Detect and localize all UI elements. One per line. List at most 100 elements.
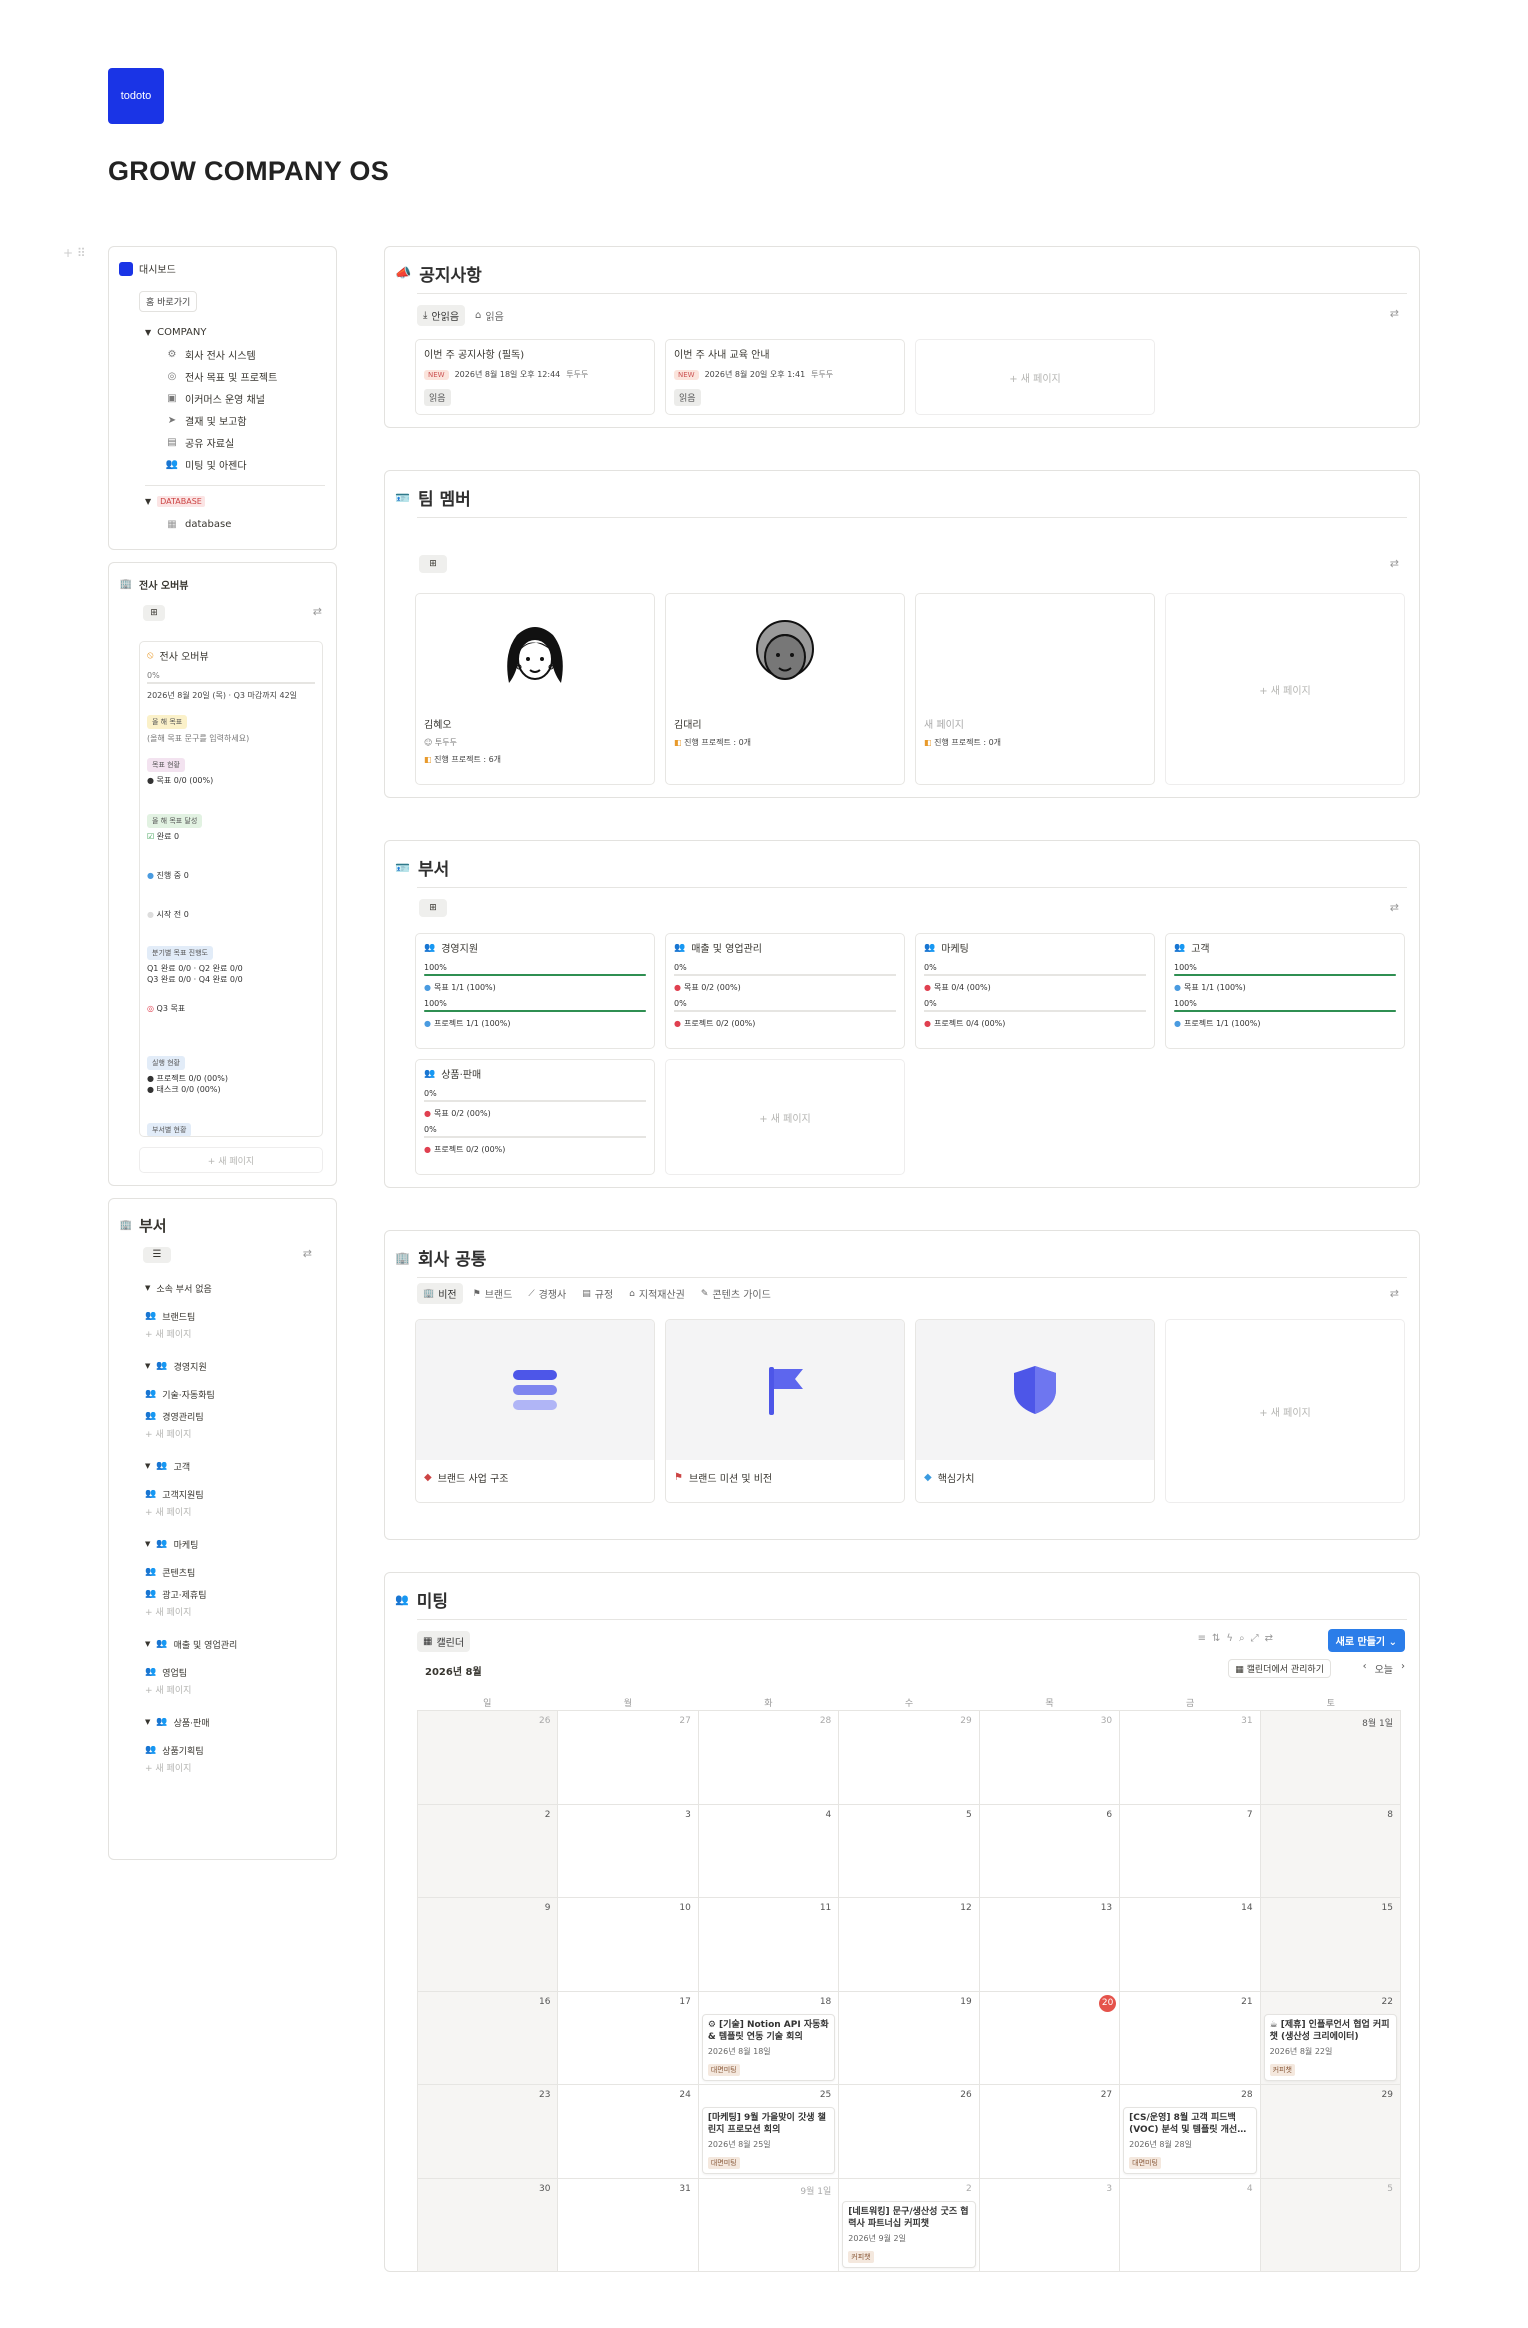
filter-icon[interactable]: ⇄ xyxy=(1390,901,1399,914)
toolbar-icons[interactable]: ≡⇅ϟ⌕⤢⇄ xyxy=(1198,1633,1279,1644)
calendar-day[interactable]: 31 xyxy=(558,2178,699,2272)
gallery-view-icon[interactable]: ⊞ xyxy=(419,555,447,573)
dept-item[interactable]: 👥 고객지원팀 xyxy=(145,1483,325,1505)
filter-icon[interactable]: ⇄ xyxy=(1390,557,1399,570)
dept-new-page[interactable]: + 새 페이지 xyxy=(145,1605,325,1623)
calendar-day[interactable]: 28 xyxy=(698,1711,840,1805)
tab-3[interactable]: ▤ 규정 xyxy=(576,1283,619,1304)
company-item[interactable]: 👥 미팅 및 아젠다 xyxy=(165,453,277,475)
tab-unread[interactable]: ⤓ 안읽음 xyxy=(417,305,466,326)
calendar-day[interactable]: 16 xyxy=(418,1991,559,2085)
notice-new-page[interactable]: + 새 페이지 xyxy=(915,339,1155,415)
member-card[interactable]: 김대리 ◧ 진행 프로젝트 : 0개 xyxy=(665,593,905,785)
calendar-day[interactable]: 6 xyxy=(979,1804,1121,1898)
tab-read[interactable]: ⌂ 읽음 xyxy=(469,305,510,326)
database-item[interactable]: ▦ database xyxy=(165,517,231,531)
calendar-day[interactable]: 9월 1일 xyxy=(698,2178,840,2272)
calendar-day[interactable]: 30 xyxy=(979,1711,1121,1805)
dept-card[interactable]: 👥 마케팅 0% ● 목표 0/4 (00%) 0% ● 프로젝트 0/4 (00%) xyxy=(915,933,1155,1049)
company-item[interactable]: ▤ 공유 자료실 xyxy=(165,431,277,453)
next-month-icon[interactable]: › xyxy=(1401,1661,1405,1676)
dept-item[interactable]: 👥 광고·제휴팀 xyxy=(145,1583,325,1605)
calendar-day[interactable]: 29 xyxy=(1260,2085,1401,2179)
manage-calendar-button[interactable]: ▦ 캘린더에서 관리하기 xyxy=(1228,1659,1331,1678)
calendar-day[interactable]: 22 ☕ [제휴] 인플루언서 협업 커피챗 (생산성 크리에이터) 2026년 8… xyxy=(1260,1991,1401,2085)
calendar-day[interactable]: 7 xyxy=(1120,1804,1261,1898)
list-view-icon[interactable]: ☰ xyxy=(143,1247,171,1263)
company-toggle[interactable]: ▼ COMPANY xyxy=(145,327,206,338)
calendar-day[interactable]: 19 xyxy=(839,1991,980,2085)
filter-icon[interactable]: ⇄ xyxy=(1390,307,1399,320)
drag-handle-icon[interactable]: + ⠿ xyxy=(63,246,86,260)
member-card[interactable]: 김혜오 ☺ 투두두 ◧ 진행 프로젝트 : 6개 xyxy=(415,593,655,785)
calendar-day[interactable]: 2 [네트워킹] 문구/생산성 굿즈 협력사 파트너십 커피챗 2026년 9월 2… xyxy=(839,2178,980,2272)
calendar-day[interactable]: 4 xyxy=(1120,2178,1261,2272)
meeting-event[interactable]: [CS/운영] 8월 고객 피드백(VOC) 분석 및 템플릿 개선… 2026년… xyxy=(1123,2107,1257,2174)
calendar-day[interactable]: 8월 1일 xyxy=(1260,1711,1401,1805)
calendar-day[interactable]: 25 [마케팅] 9월 가을맞이 갓생 챌린지 프로모션 회의 2026년 8월 2… xyxy=(698,2085,840,2179)
calendar-day[interactable]: 26 xyxy=(839,2085,980,2179)
calendar-day[interactable]: 12 xyxy=(839,1898,980,1992)
meeting-event[interactable]: [네트워킹] 문구/생산성 굿즈 협력사 파트너십 커피챗 2026년 9월 2일… xyxy=(842,2200,976,2268)
filter-icon[interactable]: ⇄ xyxy=(1390,1287,1399,1300)
calendar-day[interactable]: 23 xyxy=(418,2085,559,2179)
dept-new-page[interactable]: + 새 페이지 xyxy=(145,1505,325,1523)
dept-group-toggle[interactable]: ▼ 👥 마케팅 xyxy=(145,1535,325,1553)
meeting-event[interactable]: [마케팅] 9월 가을맞이 갓생 챌린지 프로모션 회의 2026년 8월 25일… xyxy=(701,2107,836,2174)
dept-item[interactable]: 👥 상품기획팀 xyxy=(145,1739,325,1761)
dept-card[interactable]: 👥 고객 100% ● 목표 1/1 (100%) 100% ● 프로젝트 1/1 (100%… xyxy=(1165,933,1405,1049)
dept-group-toggle[interactable]: ▼ 👥 상품·판매 xyxy=(145,1713,325,1731)
calendar-day[interactable]: 29 xyxy=(839,1711,980,1805)
tab-5[interactable]: ✎ 콘텐츠 가이드 xyxy=(695,1283,777,1304)
database-toggle[interactable]: ▼ DATABASE xyxy=(145,496,205,507)
calendar-day[interactable]: 5 xyxy=(1260,2178,1401,2272)
dept-item[interactable]: 👥 브랜드팀 xyxy=(145,1305,325,1327)
calendar-day[interactable]: 2 xyxy=(418,1804,559,1898)
notice-card[interactable]: 이번 주 공지사항 (필독) NEW 2026년 8월 18일 오후 12:44 투두… xyxy=(415,339,655,415)
overview-new-page[interactable]: + 새 페이지 xyxy=(139,1147,323,1173)
departments-new-page[interactable]: + 새 페이지 xyxy=(665,1059,905,1175)
calendar-day[interactable]: 5 xyxy=(839,1804,980,1898)
calendar-day[interactable]: 17 xyxy=(558,1991,699,2085)
calendar-day[interactable]: 18 ⚙ [기술] Notion API 자동화 & 템플릿 연동 기술 회의 20… xyxy=(698,1991,840,2085)
calendar-day[interactable]: 30 xyxy=(418,2178,559,2272)
dept-new-page[interactable]: + 새 페이지 xyxy=(145,1427,325,1445)
tab-2[interactable]: ⟋ 경쟁사 xyxy=(522,1283,572,1304)
calendar-day[interactable]: 31 xyxy=(1120,1711,1261,1805)
tab-1[interactable]: ⚑ 브랜드 xyxy=(467,1283,519,1304)
dept-group-toggle[interactable]: ▼ 👥 경영지원 xyxy=(145,1357,325,1375)
calendar-day[interactable]: 4 xyxy=(698,1804,840,1898)
company-item[interactable]: ▣ 이커머스 운영 채널 xyxy=(165,387,277,409)
calendar-day[interactable]: 26 xyxy=(418,1711,559,1805)
home-shortcut-button[interactable]: 홈 바로가기 xyxy=(139,291,198,312)
calendar-day[interactable]: 15 xyxy=(1260,1898,1401,1992)
dept-new-page[interactable]: + 새 페이지 xyxy=(145,1761,325,1779)
calendar-day[interactable]: 9 xyxy=(418,1898,559,1992)
tab-0[interactable]: 🏢 비전 xyxy=(417,1283,463,1304)
calendar-day[interactable]: 27 xyxy=(558,1711,699,1805)
dept-item[interactable]: 👥 영업팀 xyxy=(145,1661,325,1683)
calendar-day[interactable]: 3 xyxy=(979,2178,1121,2272)
meeting-event[interactable]: ☕ [제휴] 인플루언서 협업 커피챗 (생산성 크리에이터) 2026년 8월 … xyxy=(1263,2013,1397,2081)
gallery-view-icon[interactable]: ⊞ xyxy=(143,605,165,621)
company-item[interactable]: ⚙ 회사 전사 시스템 xyxy=(165,343,277,365)
dept-item[interactable]: 👥 콘텐츠팀 xyxy=(145,1561,325,1583)
overview-card[interactable]: ⦸ 전사 오버뷰 0% 2026년 8월 20일 (목) · Q3 마감까지 4… xyxy=(139,641,323,1137)
calendar-day[interactable]: 10 xyxy=(558,1898,699,1992)
dept-card[interactable]: 👥 매출 및 영업관리 0% ● 목표 0/2 (00%) 0% ● 프로젝트 0/2 (00… xyxy=(665,933,905,1049)
dept-group-toggle[interactable]: ▼ 👥 매출 및 영업관리 xyxy=(145,1635,325,1653)
calendar-day[interactable]: 14 xyxy=(1120,1898,1261,1992)
common-card[interactable]: ⚑ 브랜드 미션 및 비전 xyxy=(665,1319,905,1503)
dept-group-toggle[interactable]: ▼ 👥 고객 xyxy=(145,1457,325,1475)
calendar-day[interactable]: 8 xyxy=(1260,1804,1401,1898)
dashboard-link[interactable]: 대시보드 xyxy=(119,261,176,276)
calendar-day[interactable]: 3 xyxy=(558,1804,699,1898)
tab-calendar[interactable]: ▦ 캘린더 xyxy=(417,1631,471,1652)
new-meeting-button[interactable]: 새로 만들기 ⌄ xyxy=(1327,1629,1405,1652)
calendar-day[interactable]: 24 xyxy=(558,2085,699,2179)
member-card[interactable]: 새 페이지 ◧ 진행 프로젝트 : 0개 xyxy=(915,593,1155,785)
calendar-day[interactable]: 21 xyxy=(1120,1991,1261,2085)
calendar-day[interactable]: 11 xyxy=(698,1898,840,1992)
dept-card[interactable]: 👥 경영지원 100% ● 목표 1/1 (100%) 100% ● 프로젝트 1/1 (10… xyxy=(415,933,655,1049)
meeting-event[interactable]: ⚙ [기술] Notion API 자동화 & 템플릿 연동 기술 회의 2026… xyxy=(701,2013,836,2081)
